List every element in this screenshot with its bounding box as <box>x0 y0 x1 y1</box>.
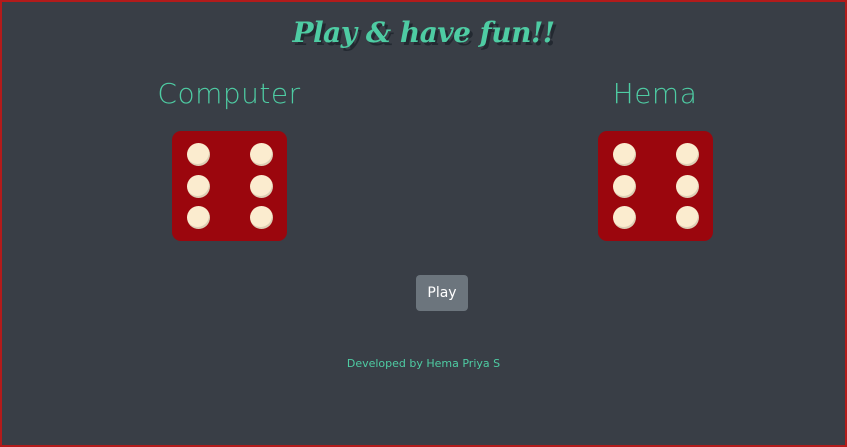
die-pip <box>675 143 699 166</box>
page-title: Play & have fun!! <box>292 16 555 49</box>
die-pip <box>675 206 699 229</box>
die-pip <box>186 206 210 229</box>
play-button[interactable]: Play <box>416 275 468 311</box>
die-pip <box>186 175 210 198</box>
die-pip <box>186 143 210 166</box>
die-pip <box>612 143 636 166</box>
player-name-computer: Computer <box>157 77 301 110</box>
die-pip <box>249 143 273 166</box>
game-frame: Play & have fun!! Computer Hema Play Dev… <box>0 0 847 447</box>
player-computer: Computer <box>139 76 319 241</box>
die-pip <box>612 175 636 198</box>
footer-credit: Developed by Hema Priya S <box>346 357 501 370</box>
player-name-hema: Hema <box>612 77 698 110</box>
die-pip <box>249 175 273 198</box>
die-pip <box>249 206 273 229</box>
computer-die <box>171 131 287 241</box>
player-hema: Hema <box>565 76 745 241</box>
hema-die <box>597 131 713 241</box>
die-pip <box>675 175 699 198</box>
die-pip <box>612 206 636 229</box>
